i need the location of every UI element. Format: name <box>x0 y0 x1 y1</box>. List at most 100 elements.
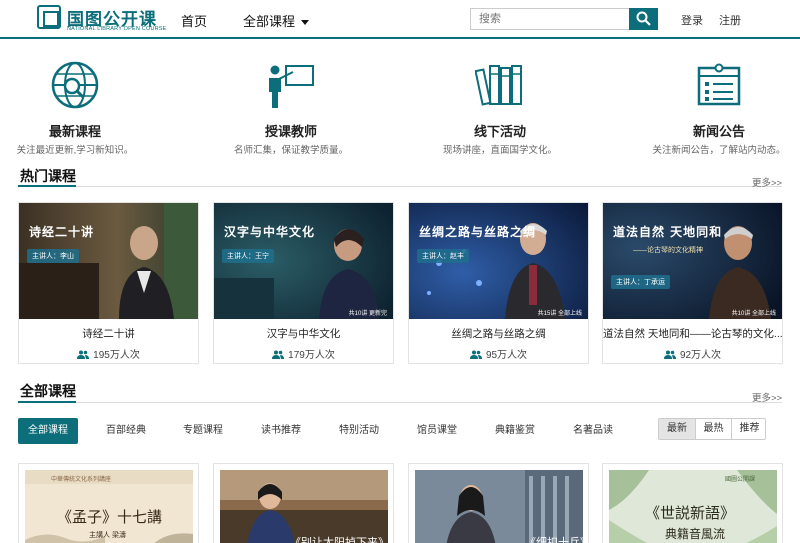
feature-title: 线下活动 <box>473 124 526 139</box>
nav-all-label: 全部课程 <box>243 14 296 29</box>
course-thumbnail: 國圖公開課 《世説新語》 典籍音風流 <box>609 470 777 543</box>
cover-title: 《细扣十兵》 <box>525 536 583 543</box>
tab-all-courses[interactable]: 全部课程 <box>18 418 78 444</box>
course-thumbnail: 《细扣十兵》 <box>415 470 583 543</box>
thumbnail-subtitle: ——论古琴的文化精神 <box>633 247 703 254</box>
course-views: 92万人次 <box>603 346 782 361</box>
search-icon <box>636 11 651 26</box>
views-count: 95万人次 <box>485 350 528 361</box>
all-more-link[interactable]: 更多>> <box>752 390 782 404</box>
sort-recommended-button[interactable]: 推荐 <box>731 419 765 439</box>
cover-header: 國圖公開課 <box>725 477 756 483</box>
course-card[interactable]: 國圖公開課 《世説新語》 典籍音風流 <box>602 463 783 543</box>
thumbnail-title: 道法自然 天地同和 <box>613 225 723 239</box>
thumbnail-episodes: 共10讲 更新完 <box>348 311 387 317</box>
feature-title: 最新课程 <box>48 124 101 139</box>
hot-more-link[interactable]: 更多>> <box>752 175 782 189</box>
login-link[interactable]: 登录 <box>681 12 703 28</box>
cover-subtitle: 主講人 梁濤 <box>89 532 126 539</box>
feature-desc: 关注最近更新,学习新知识。 <box>16 145 134 156</box>
feature-teachers[interactable]: 授课教师 名师汇集，保证教学质量。 <box>221 60 361 156</box>
sort-toggle-group: 最新 最热 推荐 <box>658 418 766 440</box>
thumbnail-lecturer: 主讲人：丁承运 <box>611 275 670 289</box>
course-card[interactable]: 《别让太阳掉下来》 <box>213 463 394 543</box>
thumbnail-title: 诗经二十讲 <box>29 225 95 239</box>
tab-librarian[interactable]: 馆员课堂 <box>417 418 457 444</box>
section-divider <box>18 402 782 403</box>
nav-all-courses-dropdown[interactable]: 全部课程 <box>243 11 310 30</box>
course-thumbnail: 道法自然 天地同和 ——论古琴的文化精神 主讲人：丁承运 共10讲 全部上线 <box>603 203 782 319</box>
course-card[interactable]: 丝绸之路与丝路之绸 主讲人：赵丰 共15讲 全部上线 丝绸之路与丝路之绸 95万… <box>408 202 589 364</box>
course-title: 道法自然 天地同和——论古琴的文化... <box>603 328 782 340</box>
thumbnail-episodes: 共15讲 全部上线 <box>537 311 582 317</box>
cover-title: 《世説新語》 <box>645 504 736 522</box>
tab-ancient-books[interactable]: 典籍鉴赏 <box>495 418 535 444</box>
register-link[interactable]: 注册 <box>719 12 741 28</box>
views-count: 179万人次 <box>288 350 335 361</box>
section-underline <box>18 401 76 403</box>
search-input[interactable] <box>470 8 630 30</box>
feature-desc: 现场讲座，直面国学文化。 <box>442 145 557 156</box>
feature-desc: 关注新闻公告，了解站内动态。 <box>652 145 786 156</box>
course-thumbnail: 丝绸之路与丝路之绸 主讲人：赵丰 共15讲 全部上线 <box>409 203 588 319</box>
course-card[interactable]: 道法自然 天地同和 ——论古琴的文化精神 主讲人：丁承运 共10讲 全部上线 道… <box>602 202 783 364</box>
views-count: 195万人次 <box>93 350 140 361</box>
cover-header: 中華傳統文化系列講座 <box>51 477 112 483</box>
views-count: 92万人次 <box>679 350 722 361</box>
feature-offline-events[interactable]: 线下活动 现场讲座，直面国学文化。 <box>430 60 570 156</box>
sort-latest-button[interactable]: 最新 <box>659 419 695 439</box>
course-title: 汉字与中华文化 <box>266 328 341 340</box>
tab-masterpieces[interactable]: 名著品读 <box>573 418 613 444</box>
users-icon <box>77 350 90 359</box>
logo-subtext: NATIONAL LIBRARY OPEN COURSE <box>67 26 167 32</box>
feature-title: 授课教师 <box>264 124 317 139</box>
course-title: 诗经二十讲 <box>82 328 135 340</box>
lecturer-photo <box>603 203 782 319</box>
course-card[interactable]: 《细扣十兵》 <box>408 463 589 543</box>
chevron-down-icon <box>301 20 310 26</box>
feature-news[interactable]: 新闻公告 关注新闻公告，了解站内动态。 <box>649 60 789 156</box>
section-divider <box>18 186 782 187</box>
tab-classics[interactable]: 百部经典 <box>106 418 146 444</box>
tab-special-events[interactable]: 特别活动 <box>339 418 379 444</box>
teacher-board-icon <box>269 65 314 108</box>
course-title: 丝绸之路与丝路之绸 <box>451 328 546 340</box>
hot-courses-heading: 热门课程 <box>20 168 76 184</box>
course-views: 195万人次 <box>19 346 198 361</box>
users-icon <box>663 350 676 359</box>
sort-hottest-button[interactable]: 最热 <box>695 419 731 439</box>
cover-title: 《别让太阳掉下来》 <box>290 536 388 543</box>
users-icon <box>272 350 285 359</box>
thumbnail-lecturer: 主讲人：李山 <box>27 249 79 263</box>
course-thumbnail: 诗经二十讲 主讲人：李山 <box>19 203 198 319</box>
course-card[interactable]: 诗经二十讲 主讲人：李山 诗经二十讲 195万人次 <box>18 202 199 364</box>
thumbnail-title: 汉字与中华文化 <box>224 225 316 239</box>
feature-title: 新闻公告 <box>692 124 745 139</box>
thumbnail-episodes: 共10讲 全部上线 <box>731 311 776 317</box>
course-thumbnail: 汉字与中华文化 主讲人：王宁 共10讲 更新完 <box>214 203 393 319</box>
globe-search-icon <box>51 61 99 109</box>
site-logo[interactable]: 国图公开课 NATIONAL LIBRARY OPEN COURSE <box>37 5 167 33</box>
nav-home-link[interactable]: 首页 <box>181 11 207 30</box>
feature-desc: 名师汇集，保证教学质量。 <box>233 145 348 156</box>
tab-topics[interactable]: 专题课程 <box>183 418 223 444</box>
feature-latest-courses[interactable]: 最新课程 关注最近更新,学习新知识。 <box>5 60 145 156</box>
top-header: 国图公开课 NATIONAL LIBRARY OPEN COURSE 首页 全部… <box>0 0 800 39</box>
all-courses-heading: 全部课程 <box>20 383 76 399</box>
cover-subtitle: 典籍音風流 <box>665 527 726 541</box>
books-icon <box>474 65 522 106</box>
thumbnail-lecturer: 主讲人：赵丰 <box>417 249 469 263</box>
cover-title: 《孟子》十七講 <box>57 508 163 526</box>
section-underline <box>18 185 76 187</box>
thumbnail-lecturer: 主讲人：王宁 <box>222 249 274 263</box>
thumbnail-title: 丝绸之路与丝路之绸 <box>419 225 537 239</box>
course-card[interactable]: 汉字与中华文化 主讲人：王宁 共10讲 更新完 汉字与中华文化 179万人次 <box>213 202 394 364</box>
course-thumbnail: 中華傳統文化系列講座 《孟子》十七講 主講人 梁濤 <box>25 470 193 543</box>
users-icon <box>469 350 482 359</box>
tab-reading[interactable]: 读书推荐 <box>261 418 301 444</box>
lecturer-photo <box>415 470 583 543</box>
search-button[interactable] <box>629 8 658 30</box>
course-views: 179万人次 <box>214 346 393 361</box>
course-views: 95万人次 <box>409 346 588 361</box>
course-card[interactable]: 中華傳統文化系列講座 《孟子》十七講 主講人 梁濤 <box>18 463 199 543</box>
